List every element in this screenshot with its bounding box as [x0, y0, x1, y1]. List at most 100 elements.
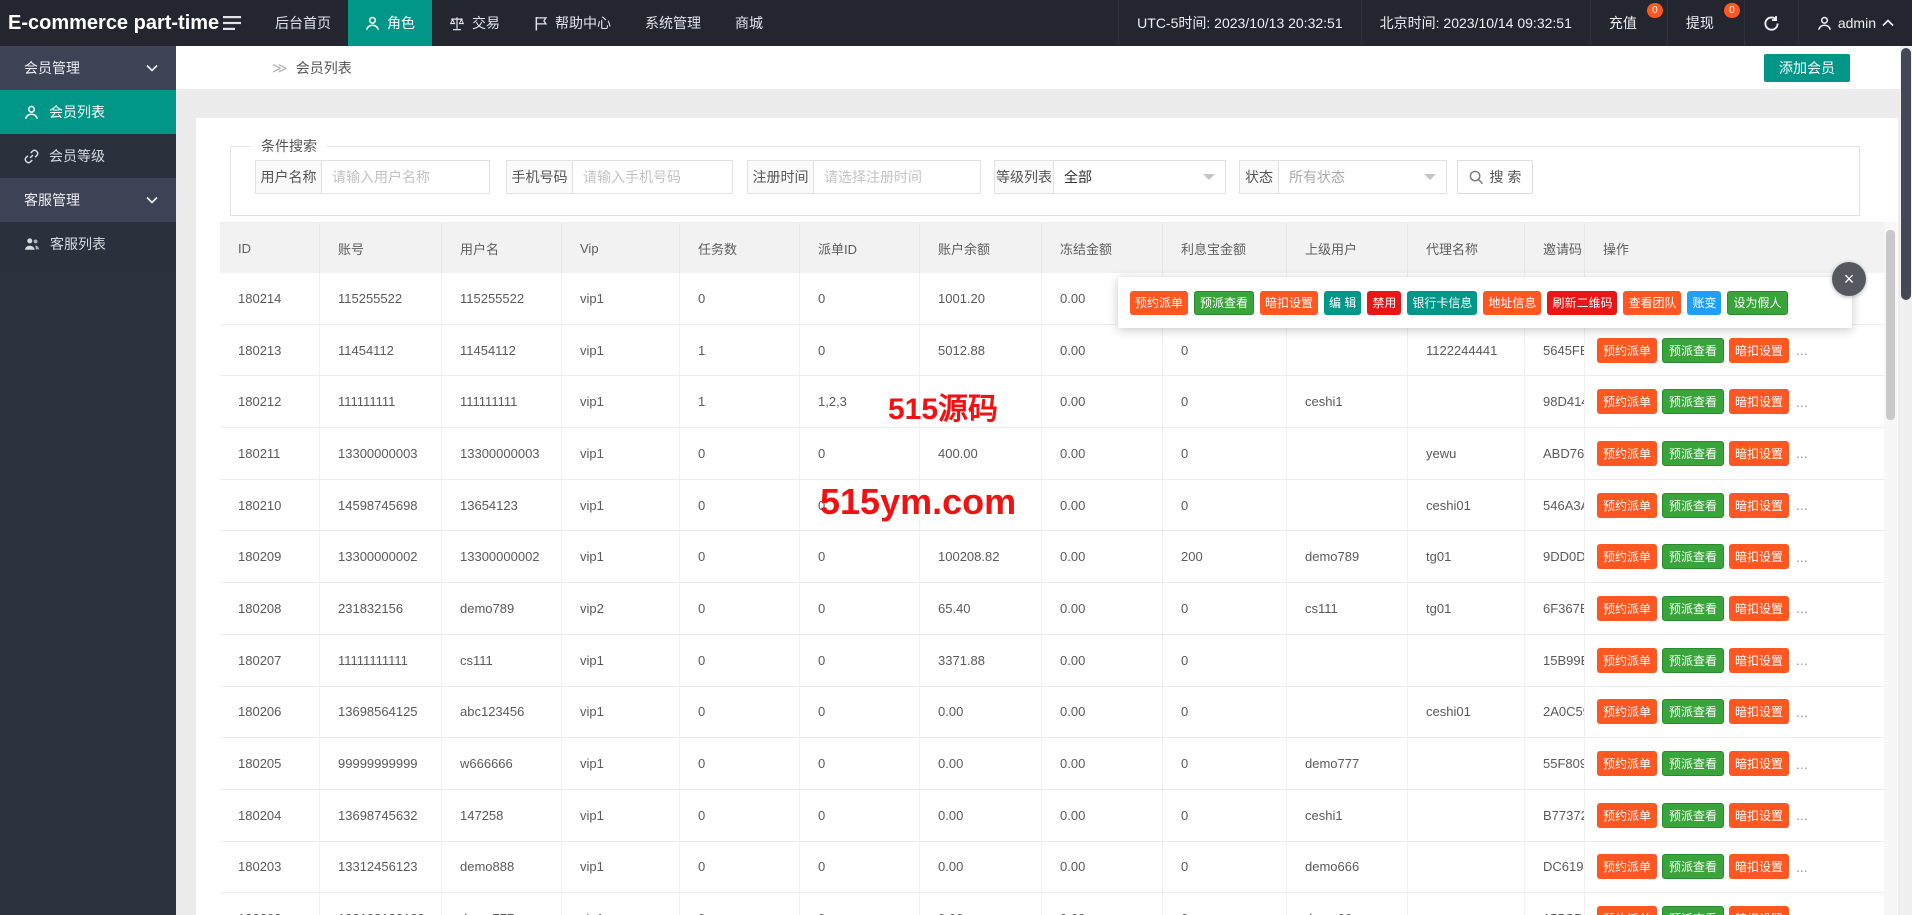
action-reserve-dispatch-button[interactable]: 预约派单 — [1597, 441, 1657, 466]
action-dispatch-view-button[interactable]: 预派查看 — [1662, 544, 1724, 569]
recharge-menu[interactable]: 充值 0 — [1590, 0, 1667, 46]
more-actions-ellipsis[interactable]: ... — [1796, 394, 1808, 410]
more-actions-ellipsis[interactable]: ... — [1796, 549, 1808, 565]
popup-refresh-qrcode-button[interactable]: 刷新二维码 — [1547, 291, 1617, 315]
action-reserve-dispatch-button[interactable]: 预约派单 — [1597, 906, 1657, 915]
action-hidden-deduct-button[interactable]: 暗扣设置 — [1729, 699, 1789, 724]
more-actions-ellipsis[interactable]: ... — [1796, 911, 1808, 915]
refresh-button[interactable] — [1744, 0, 1798, 46]
sidebar-item-member-level[interactable]: 会员等级 — [0, 134, 176, 178]
nav-home[interactable]: 后台首页 — [258, 0, 348, 46]
popup-disable-button[interactable]: 禁用 — [1367, 291, 1401, 315]
regtime-input[interactable] — [814, 160, 981, 194]
more-actions-ellipsis[interactable]: ... — [1796, 704, 1808, 720]
sidebar-toggle-button[interactable] — [206, 0, 258, 46]
status-select[interactable]: 所有状态 — [1279, 160, 1447, 194]
more-actions-ellipsis[interactable]: ... — [1796, 652, 1808, 668]
action-dispatch-view-button[interactable]: 预派查看 — [1662, 906, 1724, 915]
cell-frozen-amount: 0.00 — [1042, 842, 1163, 893]
action-hidden-deduct-button[interactable]: 暗扣设置 — [1729, 751, 1789, 776]
popup-account-change-button[interactable]: 账变 — [1687, 291, 1721, 315]
column-header-username: 用户名 — [442, 223, 562, 273]
sidebar-group-member-management[interactable]: 会员管理 — [0, 46, 176, 90]
more-actions-ellipsis[interactable]: ... — [1796, 342, 1808, 358]
action-hidden-deduct-button[interactable]: 暗扣设置 — [1729, 596, 1789, 621]
username-input[interactable] — [322, 160, 490, 194]
popup-address-button[interactable]: 地址信息 — [1483, 291, 1541, 315]
cell-agent-name: tg01 — [1408, 531, 1525, 582]
action-reserve-dispatch-button[interactable]: 预约派单 — [1597, 699, 1657, 724]
table-scrollbar-thumb[interactable] — [1886, 230, 1895, 420]
more-actions-ellipsis[interactable]: ... — [1796, 497, 1808, 513]
level-select[interactable]: 全部 — [1054, 160, 1226, 194]
action-dispatch-view-button[interactable]: 预派查看 — [1662, 699, 1724, 724]
sidebar-item-service-list[interactable]: 客服列表 — [0, 222, 176, 266]
sidebar-group-customer-service[interactable]: 客服管理 — [0, 178, 176, 222]
more-actions-ellipsis[interactable]: ... — [1796, 600, 1808, 616]
action-dispatch-view-button[interactable]: 预派查看 — [1662, 441, 1724, 466]
action-hidden-deduct-button[interactable]: 暗扣设置 — [1729, 854, 1789, 879]
admin-user-menu[interactable]: admin — [1798, 0, 1912, 46]
nav-roles[interactable]: 角色 — [348, 0, 432, 46]
action-hidden-deduct-button[interactable]: 暗扣设置 — [1729, 493, 1789, 518]
nav-mall[interactable]: 商城 — [718, 0, 780, 46]
action-dispatch-view-button[interactable]: 预派查看 — [1662, 803, 1724, 828]
action-dispatch-view-button[interactable]: 预派查看 — [1662, 854, 1724, 879]
action-reserve-dispatch-button[interactable]: 预约派单 — [1597, 338, 1657, 363]
cell-task-count: 0 — [680, 738, 800, 789]
cell-account: 133133133133 — [320, 893, 442, 915]
more-actions-ellipsis[interactable]: ... — [1796, 445, 1808, 461]
more-actions-ellipsis[interactable]: ... — [1796, 807, 1808, 823]
cell-id: 180207 — [220, 635, 320, 686]
nav-transactions[interactable]: 交易 — [432, 0, 517, 46]
action-reserve-dispatch-button[interactable]: 预约派单 — [1597, 596, 1657, 621]
action-hidden-deduct-button[interactable]: 暗扣设置 — [1729, 389, 1789, 414]
action-reserve-dispatch-button[interactable]: 预约派单 — [1597, 493, 1657, 518]
withdraw-menu[interactable]: 提现 0 — [1667, 0, 1744, 46]
cell-invite-code: B77372 — [1525, 790, 1585, 841]
cell-frozen-amount: 0.00 — [1042, 428, 1163, 479]
action-reserve-dispatch-button[interactable]: 预约派单 — [1597, 544, 1657, 569]
action-dispatch-view-button[interactable]: 预派查看 — [1662, 389, 1724, 414]
cell-actions: 预约派单预派查看暗扣设置... — [1585, 893, 1886, 915]
nav-help-center[interactable]: 帮助中心 — [517, 0, 628, 46]
action-reserve-dispatch-button[interactable]: 预约派单 — [1597, 854, 1657, 879]
sidebar-item-label: 会员列表 — [49, 102, 105, 122]
popup-hidden-deduct-button[interactable]: 暗扣设置 — [1260, 291, 1318, 315]
action-hidden-deduct-button[interactable]: 暗扣设置 — [1729, 544, 1789, 569]
nav-system-management[interactable]: 系统管理 — [628, 0, 718, 46]
popup-dispatch-view-button[interactable]: 预派查看 — [1194, 291, 1254, 315]
close-icon[interactable]: × — [1832, 262, 1866, 296]
popup-edit-button[interactable]: 编 辑 — [1324, 291, 1361, 315]
action-reserve-dispatch-button[interactable]: 预约派单 — [1597, 751, 1657, 776]
action-reserve-dispatch-button[interactable]: 预约派单 — [1597, 648, 1657, 673]
popup-bank-card-button[interactable]: 银行卡信息 — [1407, 291, 1477, 315]
action-dispatch-view-button[interactable]: 预派查看 — [1662, 493, 1724, 518]
action-hidden-deduct-button[interactable]: 暗扣设置 — [1729, 441, 1789, 466]
popup-view-team-button[interactable]: 查看团队 — [1623, 291, 1681, 315]
action-hidden-deduct-button[interactable]: 暗扣设置 — [1729, 803, 1789, 828]
cell-id: 180205 — [220, 738, 320, 789]
action-dispatch-view-button[interactable]: 预派查看 — [1662, 751, 1724, 776]
sidebar-item-member-list[interactable]: 会员列表 — [0, 90, 176, 134]
popup-reserve-dispatch-button[interactable]: 预约派单 — [1130, 291, 1188, 315]
cell-username: 13654123 — [442, 480, 562, 531]
popup-set-fake-button[interactable]: 设为假人 — [1727, 291, 1787, 315]
action-dispatch-view-button[interactable]: 预派查看 — [1662, 596, 1724, 621]
window-scrollbar-thumb[interactable] — [1901, 48, 1911, 300]
more-actions-ellipsis[interactable]: ... — [1796, 756, 1808, 772]
action-dispatch-view-button[interactable]: 预派查看 — [1662, 648, 1724, 673]
add-member-button[interactable]: 添加会员 — [1764, 54, 1850, 82]
search-button[interactable]: 搜 索 — [1457, 160, 1533, 194]
action-reserve-dispatch-button[interactable]: 预约派单 — [1597, 803, 1657, 828]
more-actions-ellipsis[interactable]: ... — [1796, 859, 1808, 875]
action-reserve-dispatch-button[interactable]: 预约派单 — [1597, 389, 1657, 414]
action-hidden-deduct-button[interactable]: 暗扣设置 — [1729, 338, 1789, 363]
cell-account: 11454112 — [320, 325, 442, 376]
column-header-interest-amount: 利息宝金额 — [1163, 223, 1287, 273]
action-hidden-deduct-button[interactable]: 暗扣设置 — [1729, 648, 1789, 673]
action-hidden-deduct-button[interactable]: 暗扣设置 — [1729, 906, 1789, 915]
cell-agent-name: ceshi01 — [1408, 687, 1525, 738]
phone-input[interactable] — [573, 160, 733, 194]
action-dispatch-view-button[interactable]: 预派查看 — [1662, 338, 1724, 363]
